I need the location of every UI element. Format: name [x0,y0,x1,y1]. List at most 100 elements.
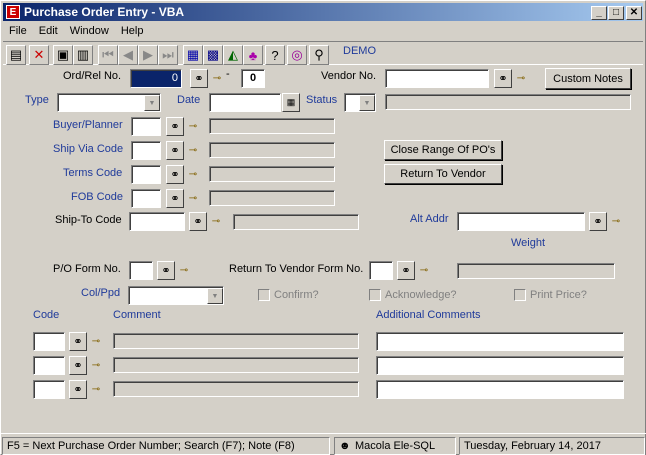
ship-via-search-icon[interactable]: ⚭ [166,141,184,160]
help-icon[interactable]: ? [265,45,285,65]
menu-bar: File Edit Window Help [3,22,149,40]
vendor-pin-icon[interactable]: ⊸ [513,70,529,86]
vendor-search-icon[interactable]: ⚭ [494,69,512,88]
shapes-icon[interactable]: ♣ [243,45,263,65]
rtv-form-input[interactable] [369,261,393,280]
additional-comment-input-1[interactable] [376,332,624,351]
save-icon[interactable]: ▣ [53,45,73,65]
rtv-form-pin-icon[interactable]: ⊸ [416,262,432,278]
app-window: E Purchase Order Entry - VBA _ □ ✕ File … [0,0,646,455]
col-ppd-dropdown-icon[interactable]: ▼ [207,288,223,304]
comment-description-3 [113,381,359,397]
terms-input[interactable] [131,165,161,184]
fob-input[interactable] [131,189,161,208]
comment-pin-icon-3[interactable]: ⊸ [88,381,104,397]
close-button[interactable]: ✕ [626,6,642,20]
comment-search-icon-1[interactable]: ⚭ [69,332,87,351]
code-column-label: Code [33,309,60,321]
user-icon: ☻ [339,440,351,452]
grid-icon[interactable]: ▦ [183,45,203,65]
date-input[interactable] [209,93,281,112]
last-record-icon[interactable]: ⏭ [158,45,178,65]
comment-code-input-3[interactable] [33,380,65,399]
close-range-button[interactable]: Close Range Of PO's [384,140,502,160]
first-record-icon[interactable]: ⏮ [98,45,118,65]
alt-addr-input[interactable] [457,212,585,231]
comment-code-input-1[interactable] [33,332,65,351]
ship-to-input[interactable] [129,212,185,231]
status-user-panel: ☻ Macola Ele-SQL [334,437,456,455]
status-label: Status [306,94,338,106]
return-vendor-button[interactable]: Return To Vendor [384,164,502,184]
comment-code-input-2[interactable] [33,356,65,375]
additional-comment-input-2[interactable] [376,356,624,375]
menu-help[interactable]: Help [115,25,150,37]
buyer-description [209,118,335,134]
ship-via-label: Ship Via Code [53,143,124,155]
ship-via-input[interactable] [131,141,161,160]
menu-edit[interactable]: Edit [33,25,64,37]
chart-icon[interactable]: ◭ [223,45,243,65]
window-title: Purchase Order Entry - VBA [24,5,185,19]
ship-to-pin-icon[interactable]: ⊸ [208,213,224,229]
rtv-form-search-icon[interactable]: ⚭ [397,261,415,280]
pin-icon[interactable]: ⊸ [209,70,225,86]
ship-via-description [209,142,335,158]
buyer-search-icon[interactable]: ⚭ [166,117,184,136]
po-form-pin-icon[interactable]: ⊸ [176,262,192,278]
status-description [385,94,631,110]
fob-pin-icon[interactable]: ⊸ [185,190,201,206]
next-record-icon[interactable]: ▶ [138,45,158,65]
delete-icon[interactable]: ✕ [29,45,49,65]
comment-pin-icon-1[interactable]: ⊸ [88,333,104,349]
additional-comment-input-3[interactable] [376,380,624,399]
confirm-checkbox[interactable] [258,289,270,301]
vendor-no-input[interactable] [385,69,489,88]
alt-addr-search-icon[interactable]: ⚭ [589,212,607,231]
menu-window[interactable]: Window [64,25,115,37]
buyer-pin-icon[interactable]: ⊸ [185,118,201,134]
comment-search-icon-2[interactable]: ⚭ [69,356,87,375]
menu-file[interactable]: File [3,25,33,37]
comment-pin-icon-2[interactable]: ⊸ [88,357,104,373]
confirm-label: Confirm? [274,289,319,301]
terms-search-icon[interactable]: ⚭ [166,165,184,184]
rtv-form-description [457,263,615,279]
search-binoculars-icon[interactable]: ⚭ [190,69,208,88]
acknowledge-checkbox[interactable] [369,289,381,301]
custom-notes-button[interactable]: Custom Notes [545,68,631,89]
minimize-button[interactable]: _ [591,6,607,20]
alt-addr-pin-icon[interactable]: ⊸ [608,213,624,229]
status-user: Macola Ele-SQL [355,440,436,452]
calculator-icon[interactable]: ▩ [203,45,223,65]
ord-rel-dash: - [226,68,230,80]
status-dropdown-icon[interactable]: ▼ [359,95,375,111]
alt-addr-label: Alt Addr [410,213,449,225]
date-label: Date [177,94,201,106]
buyer-input[interactable] [131,117,161,136]
fob-label: FOB Code [71,191,123,203]
maximize-button[interactable]: □ [608,6,624,20]
magnifier-icon[interactable]: ⚲ [309,45,329,65]
ord-rel-label: Ord/Rel No. [63,70,122,82]
new-icon[interactable]: ▤ [6,45,26,65]
previous-record-icon[interactable]: ◀ [118,45,138,65]
trash-icon[interactable]: ▥ [73,45,93,65]
calendar-icon[interactable]: ▦ [282,93,300,112]
ship-to-description [233,214,359,230]
po-form-input[interactable] [129,261,153,280]
ship-via-pin-icon[interactable]: ⊸ [185,142,201,158]
po-form-search-icon[interactable]: ⚭ [157,261,175,280]
release-input[interactable]: 0 [241,69,265,88]
ord-rel-input[interactable]: 0 [130,69,182,88]
terms-label: Terms Code [63,167,123,179]
type-dropdown-icon[interactable]: ▼ [144,95,160,111]
globe-icon[interactable]: ◎ [287,45,307,65]
fob-search-icon[interactable]: ⚭ [166,189,184,208]
ship-to-search-icon[interactable]: ⚭ [189,212,207,231]
terms-pin-icon[interactable]: ⊸ [185,166,201,182]
comment-search-icon-3[interactable]: ⚭ [69,380,87,399]
buyer-label: Buyer/Planner [53,119,123,131]
toolbar: ▤ ✕ ▣ ▥ ⏮ ◀ ▶ ⏭ ▦ ▩ ◭ ♣ ? ◎ ⚲ DEMO [3,41,643,65]
print-price-checkbox[interactable] [514,289,526,301]
